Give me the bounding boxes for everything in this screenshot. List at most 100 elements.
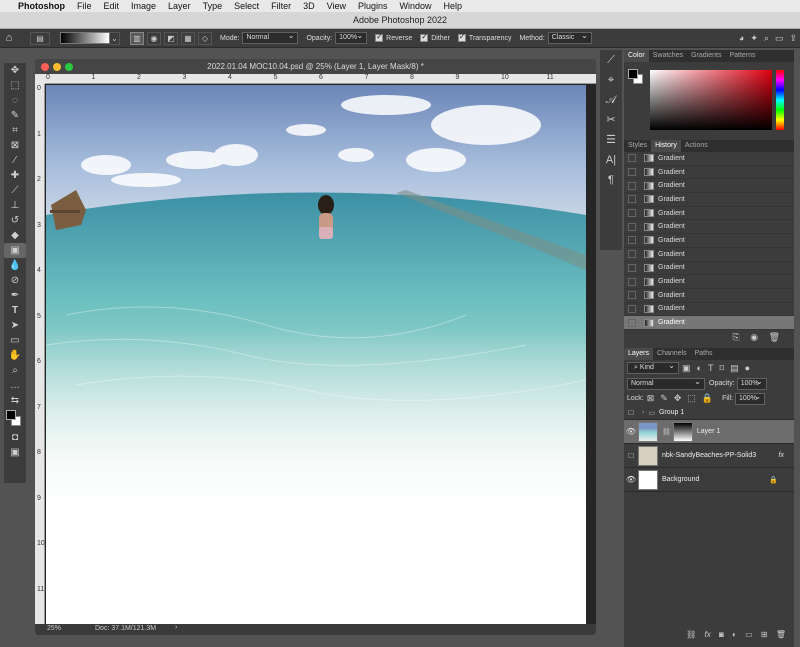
link-layers-icon[interactable]: ⛓: [686, 630, 696, 639]
history-item[interactable]: Gradient: [624, 234, 794, 248]
tab-paths[interactable]: Paths: [691, 348, 717, 360]
tab-styles[interactable]: Styles: [624, 140, 651, 152]
vertical-ruler[interactable]: 0 1 2 3 4 5 6 7 8 9 10 11: [35, 84, 45, 624]
pen-tool-icon[interactable]: ✒: [4, 288, 26, 303]
zoom-tool-icon[interactable]: ⌕: [4, 363, 26, 378]
menu-edit[interactable]: Edit: [104, 1, 120, 11]
menu-image[interactable]: Image: [131, 1, 156, 11]
menu-select[interactable]: Select: [234, 1, 259, 11]
home-icon[interactable]: ⌂: [0, 32, 18, 44]
method-select[interactable]: Classic: [547, 31, 592, 44]
add-style-icon[interactable]: fx: [704, 630, 710, 639]
delete-layer-icon[interactable]: 🗑: [776, 630, 786, 639]
pixel-filter-icon[interactable]: ▣: [682, 363, 691, 374]
workspace-icon[interactable]: ▭: [775, 33, 784, 44]
history-item[interactable]: Gradient: [624, 248, 794, 262]
share-icon[interactable]: ⇪: [789, 33, 797, 44]
tool-presets-icon[interactable]: ✂: [600, 110, 622, 130]
brush-tool-icon[interactable]: ⟋: [4, 183, 26, 198]
menu-plugins[interactable]: Plugins: [358, 1, 388, 11]
hue-slider[interactable]: [776, 70, 784, 130]
history-item[interactable]: Gradient: [624, 179, 794, 194]
type-filter-icon[interactable]: T: [708, 363, 714, 373]
menu-window[interactable]: Window: [400, 1, 432, 11]
history-item-current[interactable]: Gradient: [624, 316, 794, 330]
expand-chevron-icon[interactable]: ›: [642, 409, 644, 416]
adjustment-filter-icon[interactable]: ◐: [697, 363, 702, 373]
hand-tool-icon[interactable]: ✋: [4, 348, 26, 363]
fill-input[interactable]: 100%: [735, 392, 765, 405]
app-menu[interactable]: Photoshop: [18, 1, 65, 11]
fx-icon[interactable]: fx: [779, 452, 784, 459]
new-adjustment-icon[interactable]: ◐: [732, 630, 737, 639]
layer-opacity-input[interactable]: 100%: [736, 377, 767, 390]
lasso-tool-icon[interactable]: ◌: [4, 93, 26, 108]
menu-3d[interactable]: 3D: [303, 1, 315, 11]
delete-state-icon[interactable]: 🗑: [769, 332, 780, 342]
new-layer-icon[interactable]: ⊞: [761, 630, 768, 639]
eraser-tool-icon[interactable]: ◆: [4, 228, 26, 243]
path-select-tool-icon[interactable]: ➤: [4, 318, 26, 333]
menu-view[interactable]: View: [327, 1, 346, 11]
reverse-checkbox[interactable]: [375, 32, 384, 42]
linear-gradient-button[interactable]: ▥: [130, 31, 144, 45]
dither-checkbox[interactable]: [420, 32, 429, 42]
search-icon[interactable]: ⌕: [764, 33, 769, 44]
tab-patterns[interactable]: Patterns: [725, 50, 759, 62]
close-window-button[interactable]: [41, 63, 49, 71]
type-tool-icon[interactable]: T: [4, 303, 26, 318]
tab-swatches[interactable]: Swatches: [649, 50, 687, 62]
diamond-gradient-button[interactable]: ◇: [198, 31, 212, 45]
tab-gradients[interactable]: Gradients: [687, 50, 725, 62]
lightbulb-icon[interactable]: ✦: [750, 33, 758, 44]
menu-filter[interactable]: Filter: [271, 1, 291, 11]
history-item[interactable]: Gradient: [624, 303, 794, 317]
eyedropper-tool-icon[interactable]: ⁄: [4, 153, 26, 168]
history-item[interactable]: Gradient: [624, 152, 794, 166]
dodge-tool-icon[interactable]: ⊘: [4, 273, 26, 288]
menu-file[interactable]: File: [77, 1, 92, 11]
stamp-tool-icon[interactable]: ⊥: [4, 198, 26, 213]
shape-filter-icon[interactable]: ⌑: [719, 363, 724, 374]
blur-tool-icon[interactable]: 💧: [4, 258, 26, 273]
menu-help[interactable]: Help: [444, 1, 463, 11]
lock-position-icon[interactable]: ✥: [674, 393, 682, 404]
layer-row-group[interactable]: □ › ▭ Group 1: [624, 406, 794, 420]
history-item[interactable]: Gradient: [624, 166, 794, 180]
gradient-editor-swatch[interactable]: [60, 32, 110, 44]
mode-select[interactable]: Normal: [242, 31, 299, 44]
layer-mask-thumbnail[interactable]: [672, 421, 693, 442]
blend-mode-select[interactable]: Normal: [627, 377, 705, 390]
crop-tool-icon[interactable]: ⌗: [4, 123, 26, 138]
minimize-window-button[interactable]: [53, 63, 61, 71]
angle-gradient-button[interactable]: ◩: [164, 31, 178, 45]
frame-tool-icon[interactable]: ⊠: [4, 138, 26, 153]
history-item[interactable]: Gradient: [624, 220, 794, 235]
rectangle-tool-icon[interactable]: ▭: [4, 333, 26, 348]
eye-icon[interactable]: 👁: [624, 475, 638, 484]
marquee-tool-icon[interactable]: ⬚: [4, 78, 26, 93]
lock-all-icon[interactable]: 🔒: [702, 393, 713, 404]
menu-layer[interactable]: Layer: [168, 1, 191, 11]
account-icon[interactable]: ◕: [739, 33, 744, 43]
ruler-corner[interactable]: [35, 74, 45, 84]
tool-preset-picker[interactable]: ▤: [30, 31, 50, 45]
document-canvas[interactable]: [46, 85, 586, 625]
smart-object-filter-icon[interactable]: ▤: [730, 363, 739, 374]
add-mask-icon[interactable]: ◙: [719, 630, 724, 639]
gradient-picker-chevron-icon[interactable]: ⌄: [110, 31, 120, 45]
swap-colors-icon[interactable]: ⇆: [4, 393, 26, 408]
more-tools-icon[interactable]: …: [4, 378, 26, 393]
tab-layers[interactable]: Layers: [624, 348, 654, 360]
adjustments-icon[interactable]: ☰: [600, 130, 622, 150]
zoom-window-button[interactable]: [65, 63, 73, 71]
history-item[interactable]: Gradient: [624, 262, 794, 276]
lock-transparency-icon[interactable]: ⊠: [647, 393, 655, 404]
color-swatches[interactable]: [4, 408, 26, 430]
visibility-toggle-off[interactable]: □: [624, 451, 638, 460]
foreground-color-chip[interactable]: [628, 69, 638, 79]
layer-kind-select[interactable]: ⌕ Kind: [627, 361, 679, 374]
history-brush-tool-icon[interactable]: ↺: [4, 213, 26, 228]
reflected-gradient-button[interactable]: ▦: [181, 31, 195, 45]
tab-color[interactable]: Color: [624, 50, 649, 62]
